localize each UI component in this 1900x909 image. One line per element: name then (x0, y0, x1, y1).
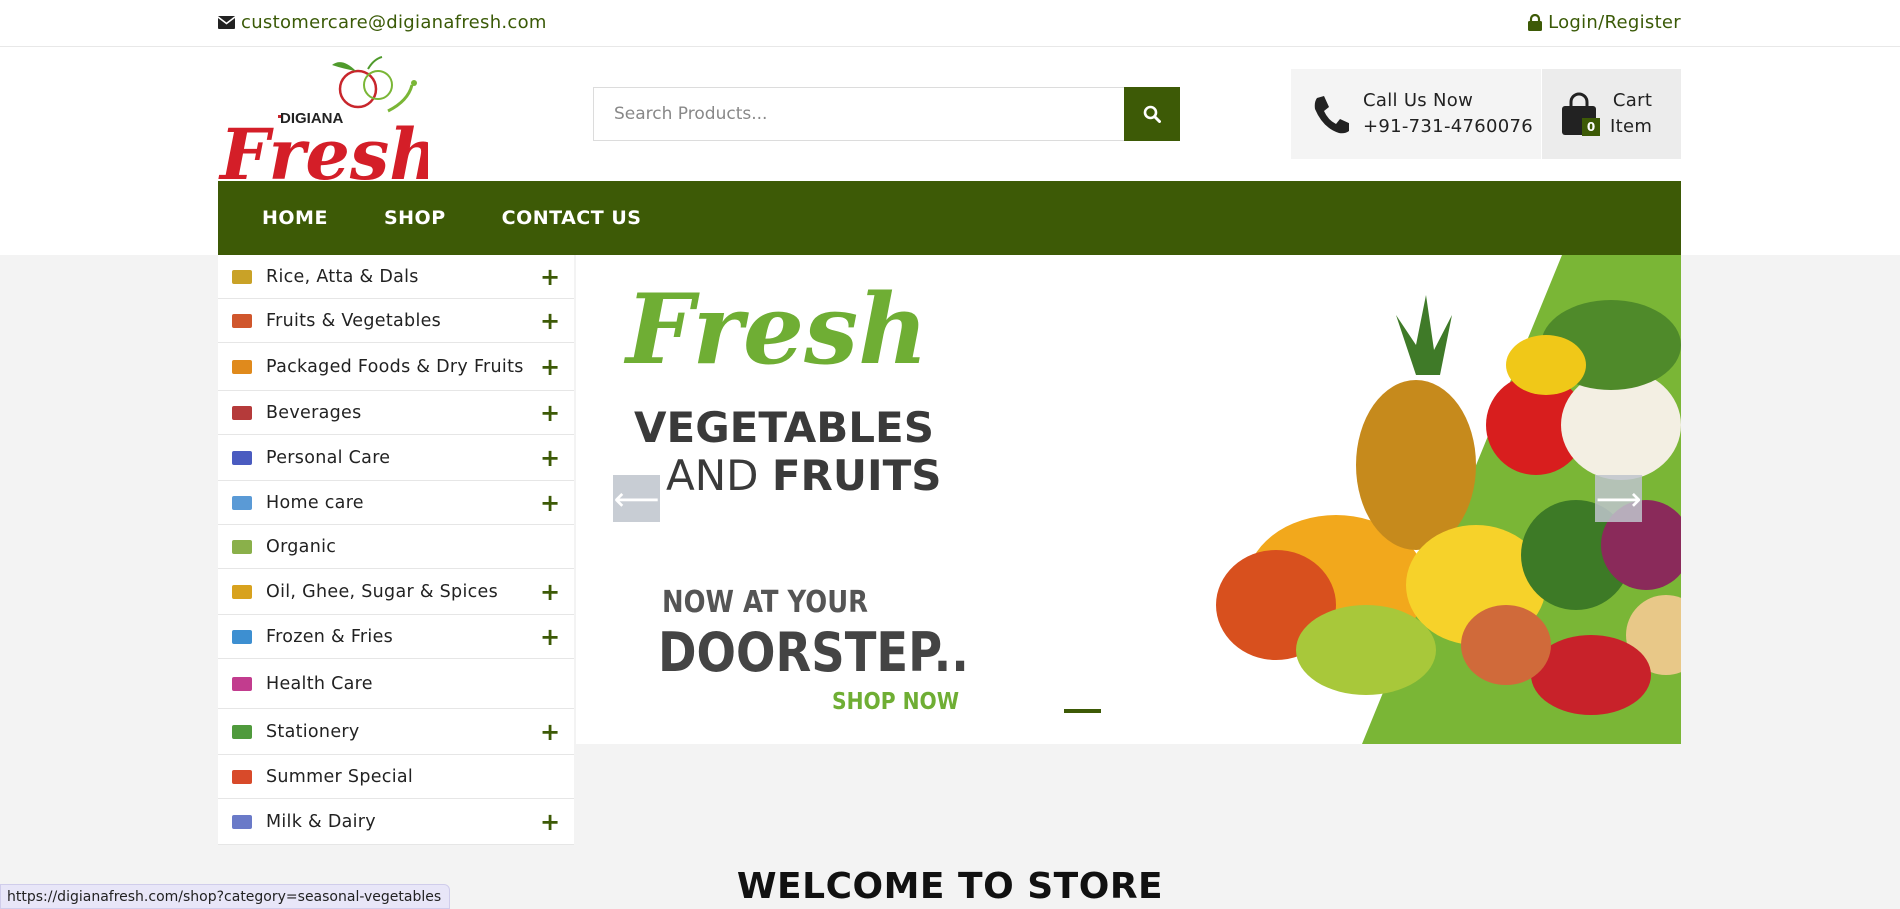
category-item[interactable]: Fruits & Vegetables + (218, 299, 574, 343)
category-label: Organic (266, 536, 337, 557)
svg-text:Fresh: Fresh (218, 113, 428, 181)
category-thumbnail-icon (232, 676, 252, 691)
hero-banner[interactable]: Fresh VEGETABLES AND FRUITS NOW AT YOUR … (576, 255, 1681, 744)
expand-plus-icon[interactable]: + (540, 720, 560, 744)
expand-plus-icon[interactable]: + (540, 265, 560, 289)
category-thumbnail-icon (232, 584, 252, 599)
category-label: Oil, Ghee, Sugar & Spices (266, 581, 499, 602)
category-label: Milk & Dairy (266, 811, 376, 832)
cart-title: Cart (1612, 90, 1653, 111)
shopping-bag-icon: 0 (1560, 92, 1600, 136)
browser-status-bar: https://digianafresh.com/shop?category=s… (0, 884, 451, 909)
expand-plus-icon[interactable]: + (540, 355, 560, 379)
arrow-right-icon: ⟶ (1595, 479, 1642, 518)
category-thumbnail-icon (232, 629, 252, 644)
login-register-link[interactable]: Login/Register (1528, 12, 1681, 33)
expand-plus-icon[interactable]: + (540, 446, 560, 470)
email-text: customercare@digianafresh.com (241, 12, 547, 33)
category-item[interactable]: Stationery + (218, 709, 574, 755)
category-thumbnail-icon (232, 405, 252, 420)
category-item[interactable]: Health Care (218, 659, 574, 709)
nav-item-shop[interactable]: SHOP (384, 207, 446, 229)
category-thumbnail-icon (232, 539, 252, 554)
banner-line2-b: FRUITS (771, 451, 942, 500)
banner-line2: AND FRUITS (666, 451, 942, 500)
expand-plus-icon[interactable]: + (540, 625, 560, 649)
site-logo[interactable]: DIGIANA Fresh (218, 51, 440, 196)
nav-item-home[interactable]: HOME (262, 207, 328, 229)
cart-subtitle: Item (1610, 116, 1653, 137)
login-text: Login/Register (1548, 12, 1681, 33)
search-bar (593, 87, 1180, 141)
category-item[interactable]: Personal Care + (218, 435, 574, 481)
lock-icon (1528, 14, 1543, 31)
logo-graphic: DIGIANA Fresh (218, 56, 440, 196)
call-phone: +91-731-4760076 (1363, 116, 1533, 137)
call-us-box[interactable]: Call Us Now +91-731-4760076 (1291, 69, 1541, 159)
nav-item-contact-us[interactable]: CONTACT US (502, 207, 642, 229)
category-item[interactable]: Organic (218, 525, 574, 569)
banner-headline: Fresh (626, 273, 928, 386)
category-label: Rice, Atta & Dals (266, 266, 419, 287)
category-label: Packaged Foods & Dry Fruits (266, 356, 524, 377)
category-label: Summer Special (266, 766, 414, 787)
category-thumbnail-icon (232, 359, 252, 374)
call-title: Call Us Now (1363, 90, 1474, 111)
envelope-icon (218, 16, 235, 29)
category-label: Stationery (266, 721, 360, 742)
carousel-prev-button[interactable]: ⟵ (613, 475, 660, 522)
expand-plus-icon[interactable]: + (540, 401, 560, 425)
main-nav: HOME SHOP CONTACT US (218, 181, 1681, 255)
category-sidebar: Rice, Atta & Dals + Fruits & Vegetables + Pa… (218, 255, 574, 845)
category-label: Beverages (266, 402, 362, 423)
category-thumbnail-icon (232, 313, 252, 328)
category-label: Health Care (266, 673, 373, 694)
expand-plus-icon[interactable]: + (540, 810, 560, 834)
arrow-left-icon: ⟵ (613, 479, 660, 518)
expand-plus-icon[interactable]: + (540, 309, 560, 333)
expand-plus-icon[interactable]: + (540, 580, 560, 604)
category-item[interactable]: Rice, Atta & Dals + (218, 255, 574, 299)
cart-box[interactable]: 0 Cart Item (1542, 69, 1681, 159)
search-icon (1143, 105, 1161, 123)
banner-line1: VEGETABLES (634, 403, 934, 452)
carousel-indicator[interactable] (1064, 709, 1101, 713)
category-label: Fruits & Vegetables (266, 310, 442, 331)
category-item[interactable]: Packaged Foods & Dry Fruits + (218, 343, 574, 391)
phone-icon (1314, 96, 1349, 134)
banner-tag1: NOW AT YOUR (662, 585, 869, 620)
email-link[interactable]: customercare@digianafresh.com (218, 12, 547, 33)
category-label: Personal Care (266, 447, 391, 468)
shop-now-link[interactable]: SHOP NOW (832, 689, 959, 715)
search-input[interactable] (593, 87, 1124, 141)
search-button[interactable] (1124, 87, 1180, 141)
category-thumbnail-icon (232, 450, 252, 465)
category-item[interactable]: Milk & Dairy + (218, 799, 574, 845)
category-item[interactable]: Summer Special (218, 755, 574, 799)
category-item[interactable]: Beverages + (218, 391, 574, 435)
carousel-next-button[interactable]: ⟶ (1595, 475, 1642, 522)
category-item[interactable]: Home care + (218, 481, 574, 525)
banner-line2-a: AND (666, 451, 759, 500)
category-label: Frozen & Fries (266, 626, 394, 647)
category-thumbnail-icon (232, 269, 252, 284)
top-bar: customercare@digianafresh.com Login/Regi… (0, 0, 1900, 47)
category-thumbnail-icon (232, 814, 252, 829)
category-label: Home care (266, 492, 364, 513)
category-item[interactable]: Frozen & Fries + (218, 615, 574, 659)
cart-count-badge: 0 (1582, 118, 1600, 136)
category-thumbnail-icon (232, 769, 252, 784)
category-item[interactable]: Oil, Ghee, Sugar & Spices + (218, 569, 574, 615)
banner-tag2: DOORSTEP.. (658, 621, 969, 684)
category-thumbnail-icon (232, 724, 252, 739)
category-thumbnail-icon (232, 495, 252, 510)
expand-plus-icon[interactable]: + (540, 491, 560, 515)
